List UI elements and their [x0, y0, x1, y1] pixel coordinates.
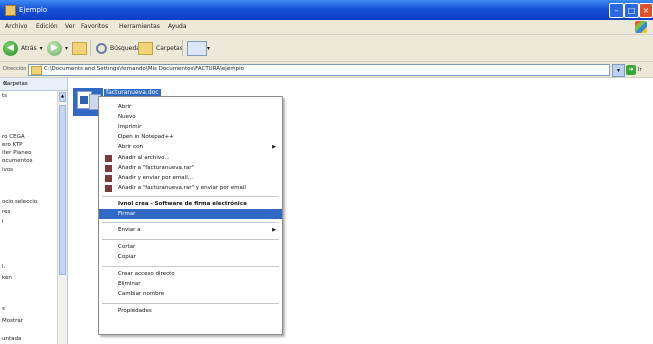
menu-item-add-rar-email[interactable]: Añadir a "facturanueva.rar" y enviar por…	[99, 183, 282, 193]
up-folder-icon	[72, 41, 87, 55]
toolbar-separator	[90, 40, 91, 56]
tree-item[interactable]: ocumentos	[2, 158, 33, 164]
menu-item-open-notepad[interactable]: Open in Notepad++	[99, 132, 282, 142]
address-label: Dirección	[3, 66, 27, 72]
menu-item-signature-software: Ivnol crea - Software de firma electróni…	[118, 201, 247, 207]
tree-item[interactable]: Mostrar	[2, 318, 23, 324]
address-path: C:\Documents and Settings\fernando\Mis D…	[44, 66, 244, 72]
toolbar-separator	[182, 40, 183, 56]
menu-item-cut[interactable]: Cortar	[99, 242, 282, 252]
menu-separator	[102, 303, 279, 304]
menu-item-sign[interactable]: Firmar	[99, 209, 282, 219]
menu-separator	[102, 266, 279, 267]
views-button[interactable]: ▾	[187, 39, 210, 57]
minimize-button[interactable]: –	[609, 3, 624, 18]
menu-item-new[interactable]: Nuevo	[99, 112, 282, 122]
menu-item-add-rar[interactable]: Añadir a "facturanueva.rar"	[99, 163, 282, 173]
submenu-arrow-icon: ▶	[272, 227, 276, 233]
menu-separator	[102, 196, 279, 197]
tree-item[interactable]: ts	[2, 93, 7, 99]
tree-item[interactable]: iter Planeo	[2, 150, 32, 156]
menu-item-open[interactable]: Abrir	[99, 102, 282, 112]
winrar-icon	[105, 175, 112, 182]
menu-item-add-email[interactable]: Añadir y enviar por email...	[99, 173, 282, 183]
forward-arrow-icon: ▶	[47, 40, 62, 56]
folder-icon	[5, 5, 16, 16]
tree-item[interactable]: ivos	[2, 167, 13, 173]
menu-separator	[102, 239, 279, 240]
menu-item-print[interactable]: Imprimir	[99, 122, 282, 132]
back-arrow-icon: ◀	[3, 40, 18, 56]
maximize-button[interactable]: □	[624, 3, 639, 18]
tree-item[interactable]: l.	[2, 264, 5, 270]
tree-item[interactable]: ero KTP	[2, 142, 23, 148]
context-menu: Abrir Nuevo Imprimir Open in Notepad++ A…	[98, 96, 283, 335]
address-dropdown-button[interactable]: ▾	[612, 64, 625, 77]
go-arrow-icon: ➜	[626, 64, 636, 75]
menu-item-properties[interactable]: Propiedades	[99, 306, 282, 316]
go-button[interactable]: ➜ Ir	[626, 64, 652, 75]
tree-item[interactable]: ocio seleccio	[2, 199, 37, 205]
close-pane-icon[interactable]: ×	[3, 80, 63, 87]
menu-item-rename[interactable]: Cambiar nombre	[99, 289, 282, 299]
menu-item-open-with[interactable]: Abrir con ▶	[99, 142, 282, 152]
menu-help[interactable]: Ayuda	[168, 23, 187, 30]
menu-edit[interactable]: Edición	[36, 23, 58, 30]
title-bar: Ejemplo – □ ×	[0, 0, 653, 20]
window-title: Ejemplo	[19, 6, 48, 14]
close-button[interactable]: ×	[639, 3, 653, 18]
menu-file[interactable]: Archivo	[5, 23, 27, 30]
menu-tools[interactable]: Herramientas	[119, 23, 160, 30]
submenu-arrow-icon: ▶	[272, 144, 276, 150]
folder-icon	[31, 66, 42, 75]
scroll-up-icon[interactable]: ▲	[59, 92, 66, 102]
menu-item-delete[interactable]: Eliminar	[99, 279, 282, 289]
address-bar: Dirección C:\Documents and Settings\fern…	[0, 62, 653, 78]
toolbar: ◀ Atrás ▾ ▶ ▾ Búsqueda Carpetas ▾	[0, 35, 653, 62]
winrar-icon	[105, 165, 112, 172]
scroll-thumb[interactable]	[59, 105, 66, 275]
up-folder-button[interactable]	[72, 39, 90, 57]
folders-icon	[138, 41, 153, 55]
folders-pane-header: Carpetas ×	[0, 78, 67, 91]
menu-bar: Archivo Edición Ver Favoritos Herramient…	[0, 20, 653, 35]
menu-item-add-archive[interactable]: Añadir al archivo...	[99, 153, 282, 163]
back-label: Atrás	[21, 44, 37, 52]
address-input[interactable]: C:\Documents and Settings\fernando\Mis D…	[28, 64, 610, 76]
folders-scrollbar[interactable]: ▲	[57, 91, 67, 344]
tree-item[interactable]: ken	[2, 275, 12, 281]
search-icon	[96, 42, 107, 54]
tree-item[interactable]: res	[2, 209, 10, 215]
menu-item-copy[interactable]: Copiar	[99, 252, 282, 262]
back-button[interactable]: ◀ Atrás ▾	[3, 39, 43, 57]
menu-item-create-shortcut[interactable]: Crear acceso directo	[99, 269, 282, 279]
go-label: Ir	[638, 66, 642, 73]
menu-view[interactable]: Ver	[65, 23, 75, 30]
winrar-icon	[105, 155, 112, 162]
search-button[interactable]: Búsqueda	[96, 39, 140, 57]
tree-item[interactable]: ro CEGA	[2, 134, 25, 140]
windows-logo-icon	[635, 21, 647, 33]
menu-item-send-to[interactable]: Enviar a ▶	[99, 225, 282, 235]
winrar-icon	[105, 185, 112, 192]
menu-favorites[interactable]: Favoritos	[81, 23, 108, 30]
folders-pane: Carpetas × ts ro CEGA ero KTP iter Plane…	[0, 78, 68, 344]
folders-button[interactable]: Carpetas	[138, 39, 183, 57]
search-label: Búsqueda	[110, 44, 140, 52]
tree-item[interactable]: l	[2, 219, 4, 225]
forward-button[interactable]: ▶ ▾	[47, 39, 68, 57]
tree-item[interactable]: untada	[2, 336, 21, 342]
folders-label: Carpetas	[156, 44, 183, 52]
menu-separator	[102, 222, 279, 223]
views-icon	[187, 40, 207, 56]
tree-item[interactable]: s	[2, 306, 5, 312]
